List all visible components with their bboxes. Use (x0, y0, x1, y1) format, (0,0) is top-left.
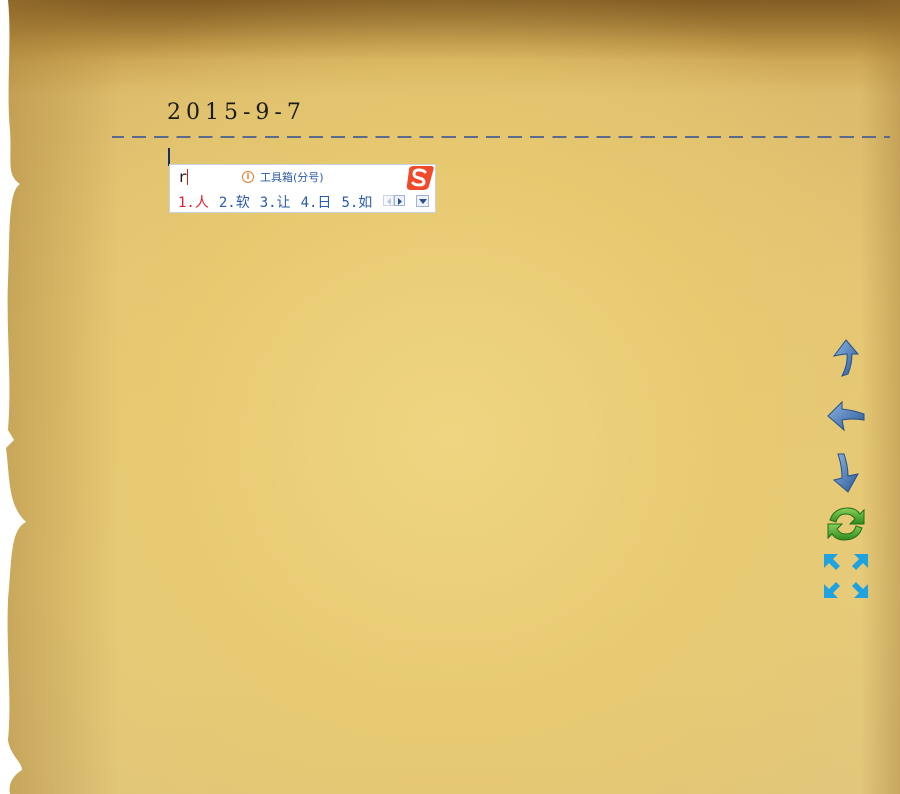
ime-toolbox-label: 工具箱(分号) (260, 171, 324, 184)
ime-candidate-2[interactable]: 2.软 (219, 192, 250, 212)
ime-input-text: r (178, 168, 188, 186)
ime-candidate-list: 1.人 2.软 3.让 4.日 5.如 (178, 192, 382, 212)
date-heading: 2015-9-7 (167, 100, 306, 125)
arrow-up-icon[interactable] (822, 334, 870, 382)
ime-candidate-3[interactable]: 3.让 (260, 192, 291, 212)
ime-toolbox-link[interactable]: i 工具箱(分号) (242, 169, 324, 185)
paper-background (0, 0, 900, 794)
fullscreen-icon[interactable] (822, 552, 870, 600)
dashed-divider (112, 136, 890, 138)
ime-candidate-window: r i 工具箱(分号) 1.人 2.软 3.让 4.日 5.如 (169, 164, 436, 213)
triangle-left-icon (387, 198, 391, 205)
torn-edge (0, 0, 26, 794)
ime-expand-button[interactable] (416, 195, 429, 207)
notebook-page: 2015-9-7 r i 工具箱(分号) 1.人 2.软 3.让 4.日 5.如 (0, 0, 900, 794)
arrow-down-icon[interactable] (822, 450, 870, 498)
refresh-icon[interactable] (822, 500, 870, 548)
info-icon: i (242, 171, 254, 183)
triangle-down-icon (419, 199, 427, 204)
ime-candidate-5[interactable]: 5.如 (341, 192, 372, 212)
ime-candidate-1[interactable]: 1.人 (178, 192, 209, 212)
ime-composition-bar: r i 工具箱(分号) (170, 164, 435, 192)
ime-pager (383, 195, 405, 206)
ime-prev-page-button[interactable] (383, 195, 394, 206)
ime-caret (187, 169, 188, 185)
ime-candidate-4[interactable]: 4.日 (301, 192, 332, 212)
sogou-logo-icon[interactable] (405, 164, 435, 192)
triangle-right-icon (398, 198, 402, 205)
arrow-left-icon[interactable] (822, 392, 870, 440)
ime-next-page-button[interactable] (394, 195, 405, 206)
